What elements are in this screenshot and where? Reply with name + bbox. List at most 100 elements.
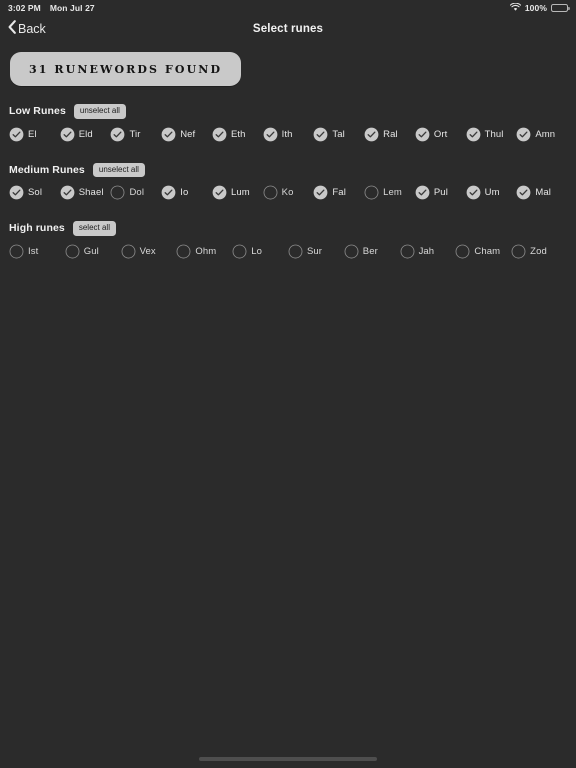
checkbox-checked-icon[interactable] [313,127,328,142]
checkbox-checked-icon[interactable] [9,127,24,142]
rune-checkbox-lum[interactable]: Lum [212,185,263,200]
rune-checkbox-ohm[interactable]: Ohm [176,244,232,259]
checkbox-checked-icon[interactable] [212,185,227,200]
rune-label: Thul [484,128,504,140]
rune-section-header: Low Runes unselect all [9,104,567,119]
checkbox-checked-icon[interactable] [212,127,227,142]
checkbox-checked-icon[interactable] [364,127,379,142]
checkbox-unchecked-icon[interactable] [288,244,303,259]
checkbox-unchecked-icon[interactable] [344,244,359,259]
checkbox-unchecked-icon[interactable] [263,185,278,200]
checkbox-checked-icon[interactable] [60,185,75,200]
rune-checkbox-ort[interactable]: Ort [415,127,466,142]
rune-label: Ist [28,245,39,257]
rune-label: Mal [535,187,551,198]
rune-checkbox-eld[interactable]: Eld [60,127,111,142]
chevron-left-icon [8,19,16,37]
rune-label: Amn [535,128,556,140]
rune-checkbox-tal[interactable]: Tal [313,127,364,142]
rune-section: High runes select all Ist Gul Vex Ohm Lo Sur Ber… [0,221,576,262]
rune-checkbox-fal[interactable]: Fal [313,185,364,200]
select-all-high-runes-button[interactable]: select all [72,221,116,236]
rune-label: Lem [383,187,402,198]
rune-checkbox-sol[interactable]: Sol [9,185,60,200]
checkbox-checked-icon[interactable] [466,185,481,200]
rune-checkbox-ko[interactable]: Ko [263,185,314,200]
home-indicator[interactable] [199,757,377,761]
checkbox-unchecked-icon[interactable] [65,244,80,259]
runewords-found-banner[interactable]: 31 RUNEWORDS FOUND [10,52,242,86]
rune-label: Lum [230,187,250,198]
rune-label: Ko [281,187,294,198]
app-screen: 3:02 PM Mon Jul 27 100% Back Select rune… [0,0,576,768]
rune-label: Zod [530,245,547,257]
rune-checkbox-eth[interactable]: Eth [212,127,263,142]
rune-label: Nef [180,128,196,140]
rune-checkbox-nef[interactable]: Nef [161,127,212,142]
rune-section: Medium Runes unselect all Sol Shael Dol Io Lum… [0,162,576,204]
rune-checkbox-ist[interactable]: Ist [9,244,65,259]
rune-checkbox-cham[interactable]: Cham [455,244,511,259]
rune-checkbox-ith[interactable]: Ith [263,127,314,142]
checkbox-unchecked-icon[interactable] [455,244,470,259]
rune-checkbox-gul[interactable]: Gul [65,244,121,259]
page-title: Select runes [252,22,324,35]
rune-checkbox-shael[interactable]: Shael [60,185,111,200]
checkbox-checked-icon[interactable] [263,127,278,142]
unselect-all-medium-runes-button[interactable]: unselect all [92,162,145,177]
checkbox-unchecked-icon[interactable] [511,244,526,259]
checkbox-checked-icon[interactable] [516,127,531,142]
checkbox-checked-icon[interactable] [9,185,24,200]
rune-checkbox-dol[interactable]: Dol [110,185,161,200]
rune-checkbox-mal[interactable]: Mal [516,185,567,200]
back-button-label: Back [18,21,46,36]
rune-label: Ith [281,128,293,140]
rune-checkbox-io[interactable]: Io [161,185,212,200]
rune-checkbox-zod[interactable]: Zod [511,244,567,259]
checkbox-unchecked-icon[interactable] [232,244,247,259]
checkbox-unchecked-icon[interactable] [121,244,136,259]
checkbox-checked-icon[interactable] [161,127,176,142]
rune-label: Sol [28,187,43,198]
unselect-all-low-runes-button[interactable]: unselect all [73,104,126,119]
rune-label: Ral [383,128,398,140]
checkbox-unchecked-icon[interactable] [364,185,379,200]
rune-row: El Eld Tir Nef Eth Ith Tal Ral Ort Thul Amn [9,124,567,145]
rune-checkbox-jah[interactable]: Jah [400,244,456,259]
rune-checkbox-pul[interactable]: Pul [415,185,466,200]
checkbox-unchecked-icon[interactable] [400,244,415,259]
rune-section-header: High runes select all [9,221,567,236]
rune-label: Pul [433,187,448,198]
checkbox-checked-icon[interactable] [415,185,430,200]
checkbox-checked-icon[interactable] [516,185,531,200]
rune-checkbox-ber[interactable]: Ber [344,244,400,259]
rune-checkbox-amn[interactable]: Amn [516,127,567,142]
checkbox-unchecked-icon[interactable] [176,244,191,259]
rune-checkbox-thul[interactable]: Thul [466,127,517,142]
rune-checkbox-ral[interactable]: Ral [364,127,415,142]
wifi-icon [509,2,521,13]
rune-checkbox-el[interactable]: El [9,127,60,142]
status-bar-left: 3:02 PM Mon Jul 27 [8,3,95,13]
rune-checkbox-um[interactable]: Um [466,185,517,200]
rune-checkbox-lem[interactable]: Lem [364,185,415,200]
rune-label: Tal [332,128,345,140]
rune-checkbox-vex[interactable]: Vex [121,244,177,259]
checkbox-checked-icon[interactable] [466,127,481,142]
battery-percent: 100% [524,2,547,13]
checkbox-unchecked-icon[interactable] [9,244,24,259]
rune-checkbox-lo[interactable]: Lo [232,244,288,259]
rune-checkbox-sur[interactable]: Sur [288,244,344,259]
rune-section-title: Low Runes [9,105,66,118]
rune-checkbox-tir[interactable]: Tir [110,127,161,142]
checkbox-checked-icon[interactable] [110,127,125,142]
back-button[interactable]: Back [8,19,46,38]
checkbox-unchecked-icon[interactable] [110,185,125,200]
checkbox-checked-icon[interactable] [415,127,430,142]
status-date: Mon Jul 27 [49,2,95,13]
checkbox-checked-icon[interactable] [313,185,328,200]
checkbox-checked-icon[interactable] [60,127,75,142]
checkbox-checked-icon[interactable] [161,185,176,200]
rune-label: Ohm [195,245,217,257]
rune-label: Ort [433,128,448,140]
